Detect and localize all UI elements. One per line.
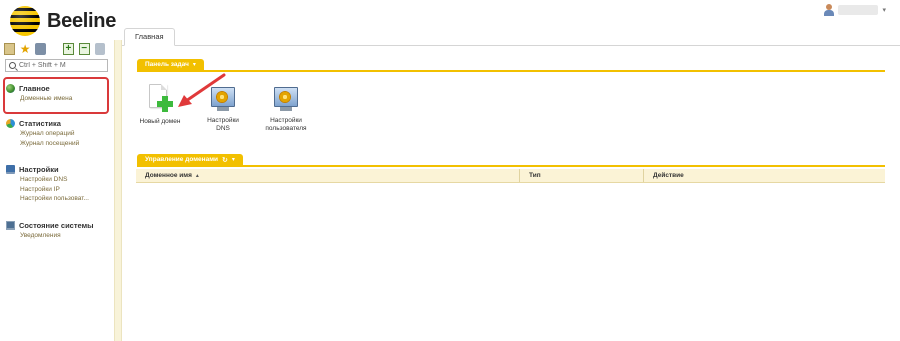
search-icon (9, 62, 16, 69)
column-label: Доменное имя (145, 171, 192, 179)
dns-settings-task[interactable]: Настройки DNS (193, 87, 253, 132)
chevron-down-icon[interactable]: ▾ (232, 156, 235, 163)
nav-group-header[interactable]: Статистика (6, 118, 79, 129)
sidebar-item-visits-log[interactable]: Журнал посещений (20, 139, 79, 149)
nav-group-header[interactable]: Настройки (6, 164, 89, 175)
sidebar: ★ + − Главное Доменные имена Статистика … (0, 40, 110, 341)
domains-table-header: Доменное имя ▲ Тип Действие (136, 169, 885, 183)
chevron-down-icon[interactable]: ▾ (193, 61, 196, 68)
stats-icon (6, 119, 15, 128)
nav-group-settings: Настройки Настройки DNS Настройки IP Нас… (6, 164, 89, 204)
task-label: Настройки DNS (207, 117, 239, 132)
task-label: Новый домен (139, 118, 181, 125)
expand-icon[interactable]: + (63, 43, 74, 55)
user-settings-icon (273, 87, 299, 113)
nav-group-header[interactable]: Состояние системы (6, 220, 94, 231)
brand-name: Beeline (47, 9, 117, 32)
task-label: Настройки пользователя (265, 117, 307, 132)
task-panel-divider (137, 70, 885, 72)
tab-bar: Главная (122, 26, 900, 46)
domains-panel-title: Управление доменами (145, 156, 218, 163)
search-input[interactable] (19, 62, 104, 69)
nav-group-system-state: Состояние системы Уведомления (6, 220, 94, 241)
task-panel-header[interactable]: Панель задач ▾ (137, 59, 204, 70)
sort-ascending-icon: ▲ (194, 172, 200, 179)
refresh-icon[interactable]: ↻ (222, 156, 228, 164)
beeline-logo-icon (10, 6, 40, 36)
highlight-box (3, 77, 109, 114)
sidebar-item-ip-settings[interactable]: Настройки IP (20, 185, 89, 195)
collapse-icon[interactable]: − (78, 43, 90, 55)
domains-panel-header[interactable]: Управление доменами ↻ ▾ (137, 154, 243, 165)
nav-group-statistics: Статистика Журнал операций Журнал посеще… (6, 118, 79, 148)
user-menu[interactable]: ▾ (824, 4, 886, 16)
sidebar-splitter[interactable] (114, 40, 122, 341)
column-action[interactable]: Действие (644, 169, 885, 182)
tree-icon[interactable] (4, 43, 15, 55)
star-icon[interactable]: ★ (20, 43, 31, 55)
sidebar-item-notifications[interactable]: Уведомления (20, 231, 94, 241)
new-domain-task[interactable]: Новый домен (130, 84, 190, 126)
sidebar-item-dns-settings[interactable]: Настройки DNS (20, 175, 89, 185)
sidebar-toolbar: ★ + − (4, 42, 110, 56)
column-type[interactable]: Тип (520, 169, 644, 182)
monitor-icon (6, 221, 15, 230)
sidebar-item-operations-log[interactable]: Журнал операций (20, 129, 79, 139)
column-domain-name[interactable]: Доменное имя ▲ (136, 169, 520, 182)
user-icon (824, 4, 835, 16)
new-document-icon (147, 84, 173, 114)
nav-group-title: Состояние системы (19, 221, 94, 230)
task-panel-title: Панель задач (145, 61, 189, 68)
column-label: Действие (653, 171, 684, 179)
user-settings-task[interactable]: Настройки пользователя (256, 87, 316, 132)
chevron-down-icon[interactable]: ▾ (882, 6, 886, 14)
settings-icon (6, 165, 15, 174)
search-box (5, 59, 108, 72)
sidebar-item-user-settings[interactable]: Настройки пользоват... (20, 194, 89, 204)
camera-icon[interactable] (35, 43, 46, 55)
tab-main[interactable]: Главная (124, 28, 175, 46)
app-window: Beeline ▾ ★ + − Главное Доменные имена (0, 0, 900, 341)
pin-icon[interactable] (94, 43, 105, 55)
user-name-redacted (838, 5, 879, 15)
nav-group-title: Статистика (19, 119, 61, 128)
nav-group-title: Настройки (19, 165, 59, 174)
domains-panel-divider (137, 165, 885, 167)
brand-logo[interactable]: Beeline (10, 6, 116, 36)
dns-settings-icon (210, 87, 236, 113)
column-label: Тип (529, 171, 541, 179)
